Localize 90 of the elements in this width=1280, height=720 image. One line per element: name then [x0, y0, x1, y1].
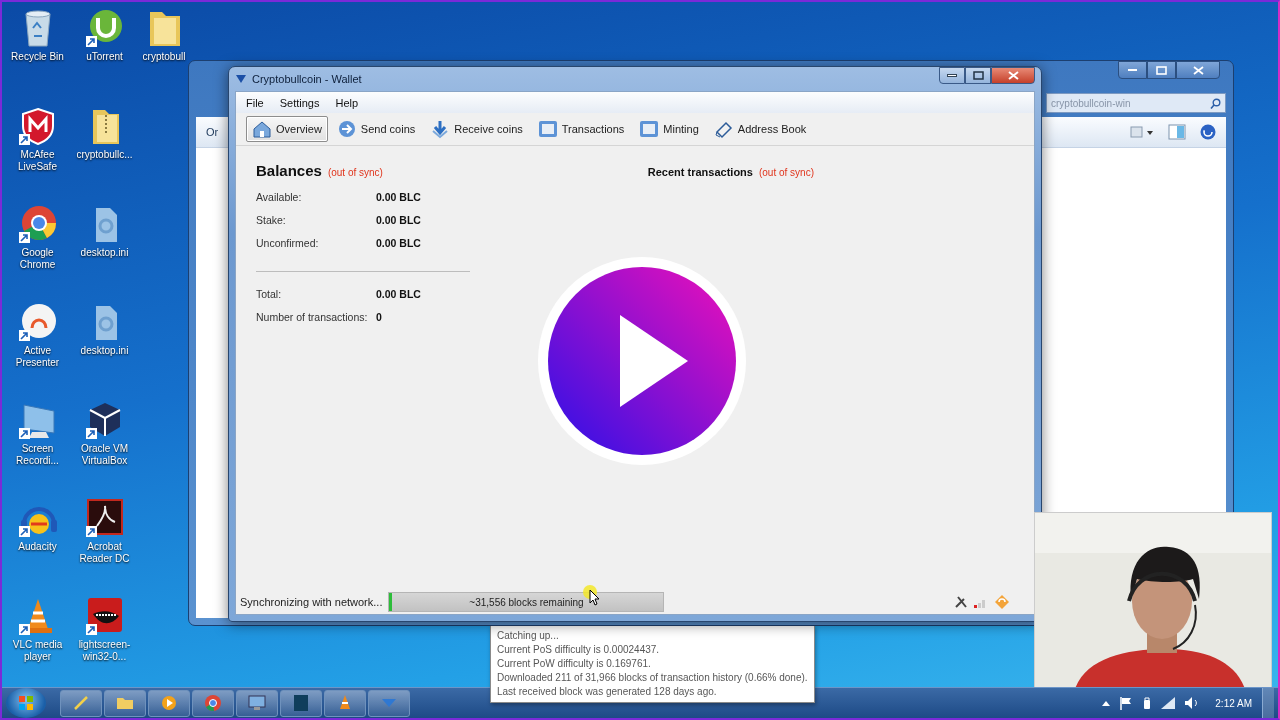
balance-label: Unconfirmed: — [256, 236, 320, 249]
taskbar-button[interactable] — [148, 689, 190, 717]
app-logo-icon — [84, 498, 125, 538]
toolbar-tab[interactable]: Address Book — [707, 116, 813, 142]
balance-label: Stake: — [256, 213, 287, 226]
help-icon[interactable] — [1200, 124, 1216, 140]
desktop-shortcut[interactable]: Oracle VM VirtualBox — [71, 396, 138, 467]
window-icon — [291, 693, 311, 713]
caret-up-icon[interactable] — [1102, 700, 1111, 706]
sync-warning: (out of sync) — [758, 167, 814, 178]
menu-item[interactable]: File — [240, 94, 270, 111]
close-icon — [1191, 65, 1205, 75]
desktop-shortcut[interactable]: McAfee LiveSafe — [4, 102, 71, 173]
desktop-shortcut[interactable]: cryptobullc... — [71, 102, 138, 161]
tooltip-line: Catching up... — [497, 629, 560, 643]
desktop-shortcut[interactable]: cryptobull — [138, 4, 190, 63]
clock[interactable]: 2:12 AM — [1215, 697, 1252, 709]
logo-icon — [18, 695, 34, 711]
recent-heading: Recent transactions — [647, 166, 753, 178]
maximize-button[interactable] — [965, 67, 991, 84]
tooltip-line: Current PoS difficulty is 0.00024437. — [497, 643, 661, 657]
organize-button[interactable]: Or — [206, 126, 219, 138]
app-logo-icon — [84, 596, 125, 636]
balance-label: Available: — [256, 190, 303, 203]
taskbar-button[interactable] — [236, 689, 278, 717]
toolbar-tab[interactable]: Minting — [633, 116, 705, 142]
taskbar-button[interactable] — [280, 689, 322, 717]
browser-logo-icon — [203, 693, 223, 713]
balance-value: 0.00 BLC — [376, 213, 421, 226]
taskbar-button[interactable] — [60, 689, 102, 717]
minimize-icon — [1128, 69, 1137, 71]
taskbar-button[interactable] — [324, 689, 366, 717]
sync-icon — [994, 594, 1010, 610]
taskbar-button[interactable] — [104, 689, 146, 717]
toolbar-tab[interactable]: Transactions — [531, 116, 631, 142]
media-play-icon — [159, 693, 179, 713]
house-icon — [252, 119, 272, 139]
toolbar-tab[interactable]: Receive coins — [424, 116, 529, 142]
close-button[interactable] — [1176, 61, 1220, 79]
app-icon — [235, 74, 247, 84]
balance-value: 0 — [376, 310, 382, 323]
sync-warning: (out of sync) — [327, 167, 383, 178]
balance-label: Total: — [256, 287, 283, 300]
close-icon — [1006, 71, 1020, 80]
minimize-button[interactable] — [1118, 61, 1147, 79]
balances-heading: Balances — [256, 162, 322, 179]
desktop-shortcut[interactable]: desktop.ini — [71, 200, 138, 259]
toolbar-tab[interactable]: Overview — [246, 116, 328, 142]
search-icon — [1210, 97, 1221, 109]
desktop-shortcut[interactable]: Audacity — [4, 494, 71, 553]
desktop-shortcut[interactable]: Active Presenter — [4, 298, 71, 369]
browser-logo-icon — [17, 204, 58, 244]
window-title: Cryptobullcoin - Wallet — [252, 73, 363, 85]
window-icon — [639, 119, 660, 139]
minimize-button[interactable] — [939, 67, 965, 84]
play-icon[interactable] — [538, 257, 746, 465]
tooltip-line: Last received block was generated 128 days ago. — [497, 685, 718, 699]
balance-value: 0.00 BLC — [376, 287, 421, 300]
balance-value: 0.00 BLC — [376, 236, 421, 249]
flag-icon[interactable] — [1119, 696, 1134, 710]
maximize-icon — [971, 71, 985, 80]
close-button[interactable] — [991, 67, 1035, 84]
desktop-shortcut[interactable]: uTorrent — [71, 4, 138, 63]
tooltip-line: Current PoW difficulty is 0.169761. — [497, 657, 652, 671]
view-icon[interactable] — [1130, 126, 1154, 138]
maximize-button[interactable] — [1147, 61, 1176, 79]
desktop-shortcut[interactable]: Recycle Bin — [4, 4, 71, 63]
balance-value: 0.00 BLC — [376, 190, 421, 203]
progress-label: ~31,556 blocks remaining — [469, 596, 584, 608]
app-logo-icon — [84, 8, 125, 48]
start-button[interactable] — [6, 688, 46, 718]
signal-icon[interactable] — [1161, 697, 1176, 709]
minimize-icon — [947, 74, 957, 77]
desktop-shortcut[interactable]: desktop.ini — [71, 298, 138, 357]
search-placeholder: cryptobullcoin-win — [1051, 97, 1131, 109]
desktop-shortcut[interactable]: Acrobat Reader DC — [71, 494, 138, 565]
taskbar-button[interactable] — [192, 689, 234, 717]
tooltip-line: Downloaded 211 of 31,966 blocks of transaction history (0.66% done). — [497, 671, 808, 685]
device-icon[interactable] — [1142, 696, 1153, 710]
desktop-shortcut[interactable]: Google Chrome — [4, 200, 71, 271]
menu-item[interactable]: Help — [329, 94, 365, 111]
maximize-icon — [1155, 65, 1168, 75]
balance-label: Number of transactions: — [256, 310, 369, 323]
toolbar-tab[interactable]: Send coins — [330, 116, 422, 142]
monitor-icon — [247, 693, 267, 713]
app-logo-icon — [17, 302, 58, 342]
status-text: Synchronizing with network... — [240, 596, 383, 608]
list-icon — [537, 119, 558, 139]
desktop-shortcut[interactable]: Screen Recordi... — [4, 396, 71, 467]
menu-item[interactable]: Settings — [273, 94, 326, 111]
